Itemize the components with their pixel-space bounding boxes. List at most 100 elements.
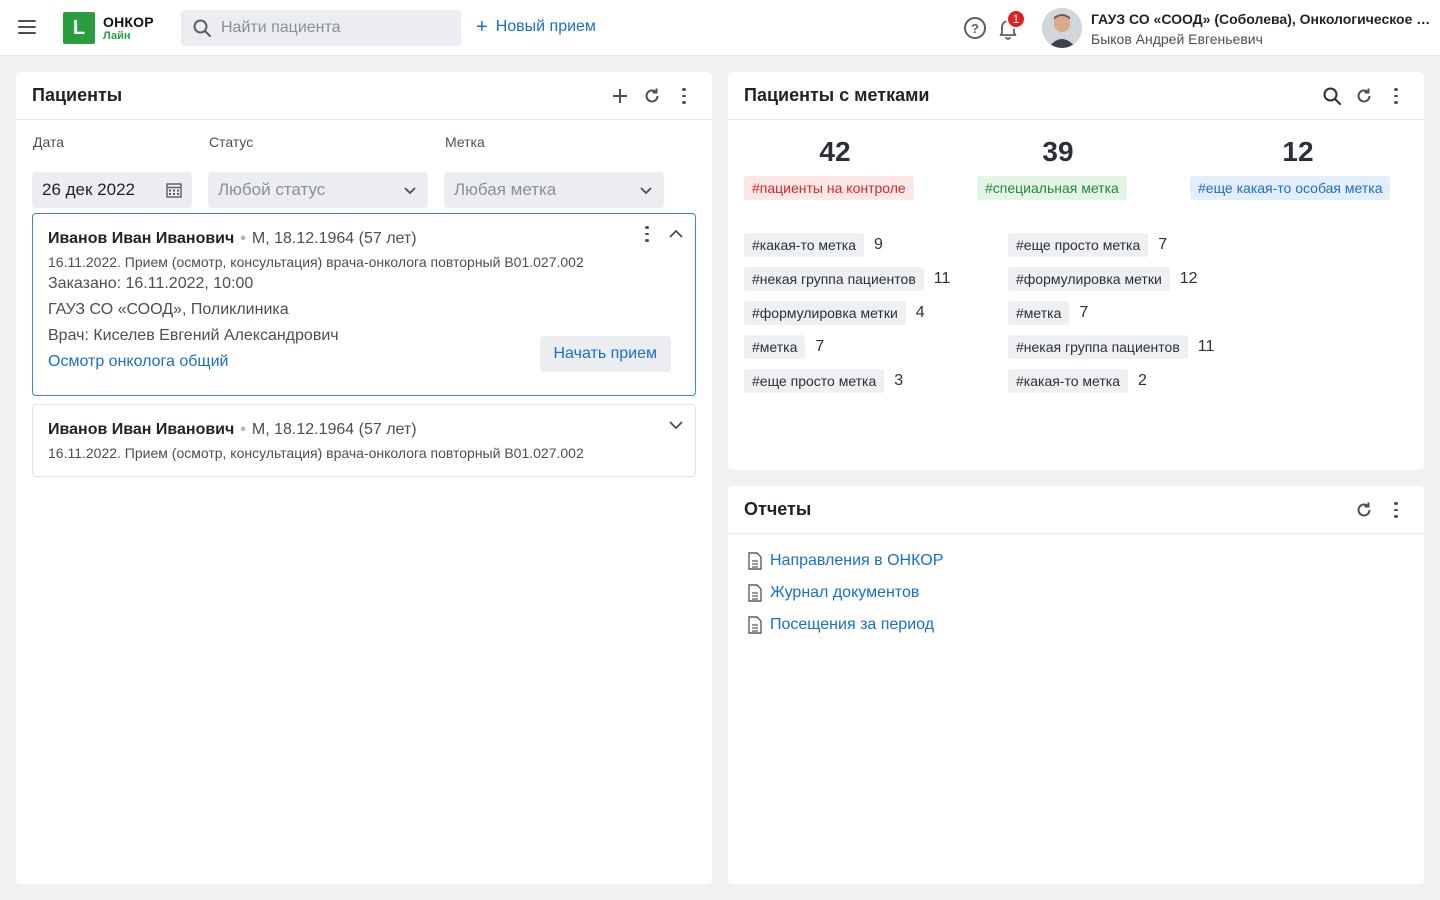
tag-item[interactable]: #формулировка метки 12 — [1008, 267, 1198, 291]
top-bar: L ОНКОР Лайн + Новый прием ? 1 ГАУЗ СО «… — [0, 0, 1440, 56]
tag-label: #еще просто метка — [1008, 233, 1149, 257]
summary-count: 12 — [1282, 136, 1314, 167]
summary-tag[interactable]: #еще какая-то особая метка — [1190, 176, 1391, 200]
panel-title: Пациенты — [32, 85, 123, 105]
more-icon[interactable] — [674, 86, 694, 106]
new-visit-label: Новый прием — [495, 18, 596, 35]
tag-label: #еще просто метка — [744, 369, 885, 393]
report-link[interactable]: Посещения за период — [748, 616, 934, 634]
patient-card[interactable]: Иванов Иван Иванович • М, 18.12.1964 (57 л… — [32, 404, 696, 477]
tag-count: 2 — [1137, 372, 1147, 389]
tag-label: #метка — [1008, 301, 1070, 325]
tag-item[interactable]: #метка 7 — [744, 335, 824, 359]
calendar-icon[interactable] — [166, 182, 182, 198]
help-icon[interactable]: ? — [964, 17, 986, 39]
tag-item[interactable]: #еще просто метка 3 — [744, 369, 903, 393]
tag-label: #некая группа пациентов — [1008, 335, 1188, 359]
patient-service: 16.11.2022. Прием (осмотр, консультация)… — [48, 445, 584, 461]
plus-icon: + — [476, 16, 488, 38]
tag-item[interactable]: #какая-то метка 2 — [1008, 369, 1147, 393]
tag-label: #некая группа пациентов — [744, 267, 924, 291]
tag-count: 9 — [873, 236, 883, 253]
refresh-icon[interactable] — [642, 86, 662, 106]
card-more-icon[interactable] — [637, 224, 657, 244]
tag-label: #метка — [744, 335, 806, 359]
tag-count: 7 — [1079, 304, 1089, 321]
tag-count: 11 — [933, 270, 951, 287]
panel-title: Пациенты с метками — [744, 85, 930, 105]
patient-clinic: ГАУЗ СО «СООД», Поликлиника — [48, 301, 289, 318]
app-logo[interactable]: L ОНКОР Лайн — [63, 12, 154, 44]
patient-name: Иванов Иван Иванович — [48, 230, 235, 247]
separator-dot: • — [240, 230, 246, 247]
new-visit-button[interactable]: + Новый прием — [476, 17, 596, 37]
tag-count: 3 — [894, 372, 904, 389]
menu-icon[interactable] — [18, 20, 36, 36]
document-icon — [748, 584, 762, 602]
tagged-patients-panel: Пациенты с метками 42 #пациенты на контр… — [728, 72, 1424, 470]
patients-panel: Пациенты Дата 26 дек 2022 Статус Любой с… — [16, 72, 712, 884]
tag-count: 11 — [1197, 338, 1215, 355]
tag-item[interactable]: #какая-то метка 9 — [744, 233, 883, 257]
tag-item[interactable]: #метка 7 — [1008, 301, 1088, 325]
tag-item[interactable]: #формулировка метки 4 — [744, 301, 925, 325]
summary-tag[interactable]: #специальная метка — [977, 176, 1127, 200]
avatar[interactable] — [1042, 8, 1082, 48]
start-visit-button[interactable]: Начать прием — [539, 336, 671, 372]
summary-tag[interactable]: #пациенты на контроле — [744, 176, 914, 200]
user-name: Быков Андрей Евгеньевич — [1091, 31, 1263, 48]
search-input[interactable] — [221, 19, 441, 37]
more-icon[interactable] — [1386, 86, 1406, 106]
report-link[interactable]: Журнал документов — [748, 584, 919, 602]
document-icon — [748, 616, 762, 634]
patient-name: Иванов Иван Иванович — [48, 421, 235, 438]
patient-search — [181, 10, 461, 46]
tag-label: #формулировка метки — [744, 301, 906, 325]
tag-label: #какая-то метка — [744, 233, 864, 257]
search-icon — [193, 19, 211, 37]
more-icon[interactable] — [1386, 500, 1406, 520]
summary-count: 39 — [1042, 136, 1074, 167]
user-info[interactable]: ГАУЗ СО «СООД» (Соболева), Онкологическо… — [1091, 10, 1431, 48]
tag-count: 12 — [1179, 270, 1198, 287]
patient-card[interactable]: Иванов Иван Иванович • М, 18.12.1964 (57 л… — [32, 213, 696, 396]
tag-label: #какая-то метка — [1008, 369, 1128, 393]
exam-link[interactable]: Осмотр онколога общий — [48, 353, 228, 371]
tag-count: 7 — [815, 338, 825, 355]
tag-item[interactable]: #еще просто метка 7 — [1008, 233, 1167, 257]
tag-count: 7 — [1158, 236, 1168, 253]
date-field[interactable]: 26 дек 2022 — [32, 172, 192, 208]
tag-label: #формулировка метки — [1008, 267, 1170, 291]
patient-meta: М, 18.12.1964 (57 лет) — [251, 230, 417, 247]
status-label: Статус — [209, 134, 254, 150]
chevron-down-icon — [404, 187, 416, 195]
logo-title: ОНКОР — [103, 13, 154, 30]
patient-ordered: Заказано: 16.11.2022, 10:00 — [48, 275, 254, 292]
refresh-icon[interactable] — [1354, 500, 1374, 520]
tag-count: 4 — [915, 304, 925, 321]
refresh-icon[interactable] — [1354, 86, 1374, 106]
patients-header: Пациенты — [16, 72, 712, 120]
patient-service: 16.11.2022. Прием (осмотр, консультация)… — [48, 254, 584, 270]
tag-item[interactable]: #некая группа пациентов 11 — [744, 267, 950, 291]
report-link[interactable]: Направления в ОНКОР — [748, 552, 943, 570]
document-icon — [748, 552, 762, 570]
status-select[interactable]: Любой статус — [208, 172, 428, 208]
notification-badge: 1 — [1006, 9, 1026, 29]
panel-title: Отчеты — [744, 499, 812, 519]
chevron-down-icon — [640, 187, 652, 195]
chevron-down-icon[interactable] — [668, 417, 684, 433]
reports-header: Отчеты — [728, 486, 1424, 534]
user-organization: ГАУЗ СО «СООД» (Соболева), Онкологическо… — [1091, 11, 1431, 27]
logo-mark: L — [63, 12, 95, 44]
tag-label: Метка — [445, 134, 485, 150]
date-label: Дата — [33, 134, 65, 150]
tag-select[interactable]: Любая метка — [444, 172, 664, 208]
separator-dot: • — [240, 421, 246, 438]
search-icon[interactable] — [1322, 86, 1342, 106]
chevron-up-icon[interactable] — [668, 226, 684, 242]
add-icon[interactable] — [610, 86, 630, 106]
summary-count: 42 — [819, 136, 851, 167]
reports-panel: Отчеты Направления в ОНКОР Журнал докуме… — [728, 486, 1424, 884]
tag-item[interactable]: #некая группа пациентов 11 — [1008, 335, 1214, 359]
